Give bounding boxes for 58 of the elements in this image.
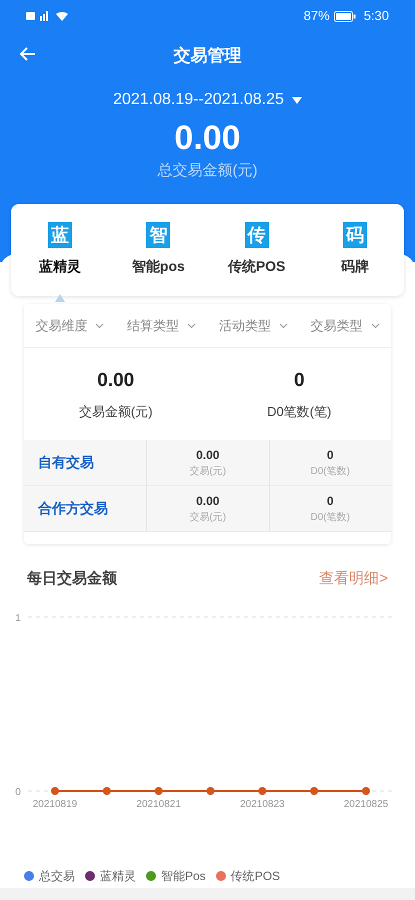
breakdown-name: 合作方交易 [38,499,108,518]
product-icon: 蓝 [48,222,72,248]
x-tick-label: 20210821 [136,798,181,810]
data-point [51,786,59,794]
section-title: 每日交易金额 [27,569,117,589]
filter-dropdown[interactable]: 结算类型 [116,316,208,336]
signal-icon [26,10,70,22]
view-details-link[interactable]: 查看明细> [319,568,388,590]
y-tick-label: 1 [15,612,21,624]
breakdown-value: 0.00 [196,493,220,510]
x-tick-label: 20210819 [32,798,78,810]
clock: 5:30 [364,7,389,26]
total-label: 总交易金额(元) [158,161,258,181]
page-title: 交易管理 [174,45,242,68]
filter-dropdown[interactable]: 交易维度 [24,316,116,336]
y-tick-label: 0 [15,786,21,798]
chevron-down-icon [370,322,380,328]
x-tick-label: 20210825 [344,798,388,810]
product-tab[interactable]: 智 智能pos [109,204,208,302]
product-icon: 智 [146,222,170,248]
product-icon: 传 [244,222,269,248]
chevron-down-icon [187,322,196,328]
product-tab[interactable]: 蓝 蓝精灵 [11,204,110,302]
breakdown-label: 交易(元) [189,464,226,479]
data-point [258,786,266,794]
breakdown-label: D0(笔数) [310,511,350,525]
legend-label: 蓝精灵 [100,868,136,884]
summary-label: D0笔数(笔) [267,402,332,421]
filter-dropdown[interactable]: 交易类型 [299,316,391,336]
breakdown-name: 自有交易 [38,453,94,472]
data-point [102,786,111,794]
filter-dropdown[interactable]: 活动类型 [208,316,300,336]
product-tab[interactable]: 传 传统POS [208,204,306,302]
breakdown-value: 0 [326,447,334,464]
breakdown-value: 0 [326,493,334,510]
date-range-picker[interactable]: 2021.08.19--2021.08.25 [113,88,302,112]
legend-label: 传统POS [230,868,280,884]
summary-value: 0 [294,369,305,393]
legend-label: 智能Pos [161,868,206,884]
dropdown-icon [292,96,302,104]
battery-icon [334,10,356,22]
breakdown-value: 0.00 [196,447,220,464]
total-amount: 0.00 [174,118,241,159]
chevron-down-icon [278,322,288,328]
battery-percent: 87% [304,7,330,26]
data-point [310,786,318,794]
chevron-down-icon [95,322,104,328]
data-point [206,786,214,794]
product-tab[interactable]: 码 码牌 [306,204,404,302]
breakdown-label: D0(笔数) [310,465,350,479]
data-point [362,786,370,794]
x-tick-label: 20210823 [240,798,285,810]
data-point [154,786,163,794]
legend-label: 总交易 [39,868,75,884]
summary-value: 0.00 [97,369,134,393]
summary-label: 交易金额(元) [78,402,153,421]
product-icon: 码 [342,222,367,248]
breakdown-label: 交易(元) [189,510,226,525]
